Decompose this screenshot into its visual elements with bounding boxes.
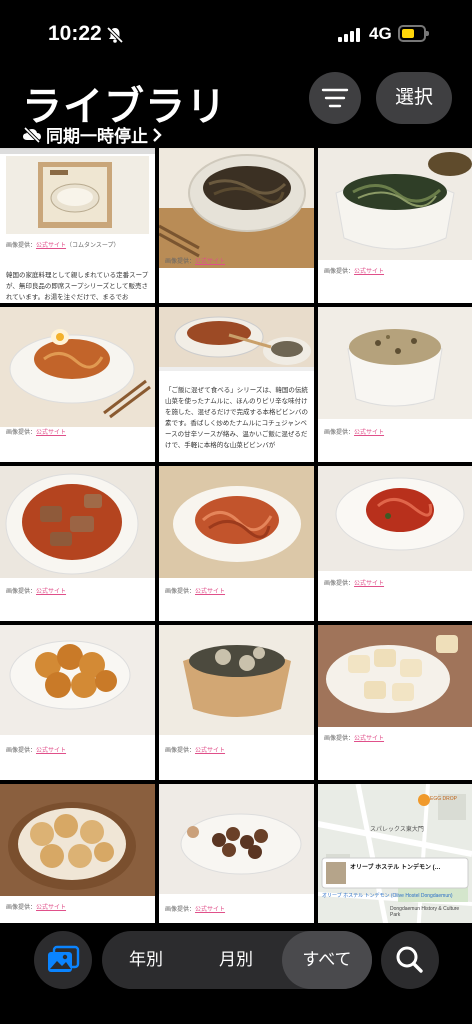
photo-thumbnail-yakgwa[interactable]: 画像提供：公式サイト (0, 625, 155, 780)
spicy-noodle-image (0, 307, 155, 462)
article-text: 韓国の家庭料理として親しまれている定番スープが、無印良品の即席スープシリーズとし… (6, 272, 149, 301)
filter-icon (321, 88, 349, 108)
map-egg-label: EGG DROP (430, 796, 457, 802)
article-text: 「ご飯に混ぜて食べる」シリーズは、韓国の伝統山菜を使ったナムルに、ほんのりピリ辛… (165, 387, 308, 449)
image-credit: 画像提供：公式サイト (324, 430, 385, 436)
bell-slash-icon (106, 26, 124, 44)
photo-thumbnail-rice-crackers[interactable]: 画像提供：公式サイト (318, 625, 472, 780)
sync-status-label: 同期一時停止 (46, 127, 148, 146)
image-credit: 画像提供：公式サイト (165, 589, 226, 595)
network-type: 4G (369, 24, 392, 43)
fried-snack-image (0, 784, 155, 935)
image-credit: 画像提供：公式サイト (324, 269, 385, 275)
bottom-toolbar: 年別 月別 すべて (0, 923, 472, 1024)
battery-icon (398, 25, 429, 42)
tab-months[interactable]: 月別 (190, 931, 282, 989)
status-bar: 10:22 4G (0, 0, 472, 68)
photo-thumbnail-fried-snack[interactable]: 画像提供：公式サイト (0, 784, 155, 935)
search-button[interactable] (381, 931, 439, 989)
dried-squid-image (159, 466, 314, 621)
green-noodle-image (318, 148, 472, 303)
tab-all[interactable]: すべて (282, 931, 372, 989)
photo-library-icon (48, 945, 80, 972)
photo-thumbnail-map-screenshot[interactable]: スパレックス東大門 EGG DROP オリーブ ホステル トンデモン (… オリ… (318, 784, 472, 935)
image-credit: 画像提供：公式サイト (6, 748, 67, 754)
photo-thumbnail-mixed-rice[interactable]: 画像提供：公式サイト (318, 307, 472, 462)
search-icon (396, 946, 423, 973)
photo-thumbnail-kimchi[interactable]: 画像提供：公式サイト (318, 466, 472, 621)
kimchi-image (318, 466, 472, 621)
image-credit: 画像提供：公式サイト (324, 581, 385, 587)
image-credit: 画像提供：公式サイト (165, 748, 226, 754)
photo-thumbnail-bibimbap-article[interactable]: 「ご飯に混ぜて食べる」シリーズは、韓国の伝統山菜を使ったナムルに、ほんのりピリ辛… (159, 307, 314, 462)
photo-thumbnail-green-noodles[interactable]: 画像提供：公式サイト (318, 148, 472, 303)
photo-thumbnail-seaweed-snack[interactable]: 画像提供：公式サイト (159, 625, 314, 780)
photo-thumbnail-spicy-noodles[interactable]: 画像提供：公式サイト (0, 307, 155, 462)
image-credit: 画像提供：公式サイト (6, 589, 67, 595)
photo-grid[interactable]: 画像提供：公式サイト（コムタンスープ） 韓国の家庭料理として親しまれている定番ス… (0, 148, 472, 935)
view-segment-control: 年別 月別 すべて (102, 931, 372, 989)
cloud-slash-icon (23, 126, 41, 143)
rice-cracker-image (318, 625, 472, 780)
image-credit: 画像提供：公式サイト (324, 736, 385, 742)
image-credit: 画像提供：公式サイト (6, 905, 67, 911)
image-credit: 画像提供：公式サイト（コムタンスープ） (6, 243, 120, 249)
photo-thumbnail-noodle-bowl[interactable]: 画像提供：公式サイト (159, 148, 314, 303)
chevron-right-icon (153, 127, 162, 142)
image-credit: 画像提供：公式サイト (165, 907, 226, 913)
map-area-label: Dongdaemun History & Culture Park (390, 906, 460, 918)
photo-thumbnail-soup-article[interactable]: 画像提供：公式サイト（コムタンスープ） 韓国の家庭料理として親しまれている定番ス… (0, 148, 155, 303)
map-hotel-label: オリーブ ホステル トンデモン (… (350, 865, 441, 871)
photo-thumbnail-dried-squid[interactable]: 画像提供：公式サイト (159, 466, 314, 621)
seaweed-snack-image (159, 625, 314, 780)
map-caption: オリーブ ホステル トンデモン (Olive Hostel Dongdaemun… (322, 893, 453, 899)
tab-years[interactable]: 年別 (102, 931, 190, 989)
photo-thumbnail-braised-meat[interactable]: 画像提供：公式サイト (0, 466, 155, 621)
select-button[interactable]: 選択 (376, 72, 452, 124)
library-button[interactable] (34, 931, 92, 989)
image-credit: 画像提供：公式サイト (6, 430, 67, 436)
noodle-bowl-image (159, 148, 314, 303)
sync-status[interactable]: 同期一時停止 (22, 122, 162, 147)
signal-icon (338, 28, 360, 42)
yakgwa-cookie-image (0, 625, 155, 780)
filter-button[interactable] (309, 72, 361, 124)
map-district-label: スパレックス東大門 (370, 827, 424, 833)
image-credit: 画像提供：公式サイト (165, 259, 226, 265)
photo-thumbnail-chocolate-balls[interactable]: 画像提供：公式サイト (159, 784, 314, 935)
status-time: 10:22 (48, 22, 102, 45)
mixed-rice-image (318, 307, 472, 462)
braised-meat-image (0, 466, 155, 621)
